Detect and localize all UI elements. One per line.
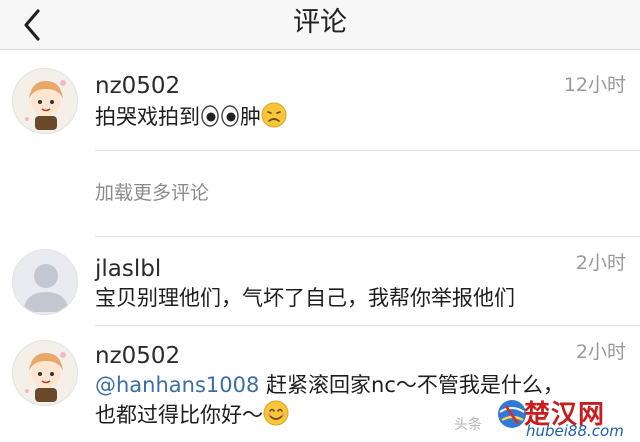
eyes-emoji-icon [201, 105, 239, 127]
comment-text: 也都过得比你好～ [95, 400, 289, 430]
default-user-icon [13, 250, 77, 314]
smiling-face-icon [263, 400, 289, 426]
site-watermark: 头条 楚汉网 hubei88.com [454, 392, 634, 440]
cartoon-girl-avatar-icon [13, 341, 77, 405]
nav-bar: 评论 [0, 0, 640, 50]
watermark-domain: hubei88.com [526, 422, 624, 440]
divider [95, 150, 640, 151]
load-more-comments-link[interactable]: 加载更多评论 [95, 180, 209, 206]
timestamp: 2小时 [575, 341, 626, 363]
timestamp: 2小时 [575, 252, 626, 274]
username[interactable]: nz0502 [95, 72, 180, 100]
comment-item: nz0502 12小时 拍哭戏拍到 肿 [0, 50, 640, 150]
comment-item: jlaslbl 2小时 宝贝别理他们，气坏了自己，我帮你举报他们 [0, 237, 640, 325]
username[interactable]: jlaslbl [95, 255, 161, 283]
comment-text: 宝贝别理他们，气坏了自己，我帮你举报他们 [95, 286, 515, 310]
page-title: 评论 [293, 7, 347, 38]
comment-text-part: 也都过得比你好～ [95, 403, 263, 427]
cartoon-girl-avatar-icon [13, 69, 77, 133]
user-mention-link[interactable]: @hanhans1008 [95, 373, 259, 397]
disappointed-face-icon [261, 102, 287, 128]
avatar[interactable] [12, 340, 78, 406]
comment-text-part: 肿 [240, 105, 261, 129]
avatar[interactable] [12, 68, 78, 134]
username[interactable]: nz0502 [95, 342, 180, 370]
comment-text-part: 拍哭戏拍到 [95, 105, 200, 129]
comment-text: 拍哭戏拍到 肿 [95, 102, 287, 132]
timestamp: 12小时 [563, 74, 626, 96]
watermark-faint-text: 头条 [454, 417, 482, 433]
avatar[interactable] [12, 249, 78, 315]
